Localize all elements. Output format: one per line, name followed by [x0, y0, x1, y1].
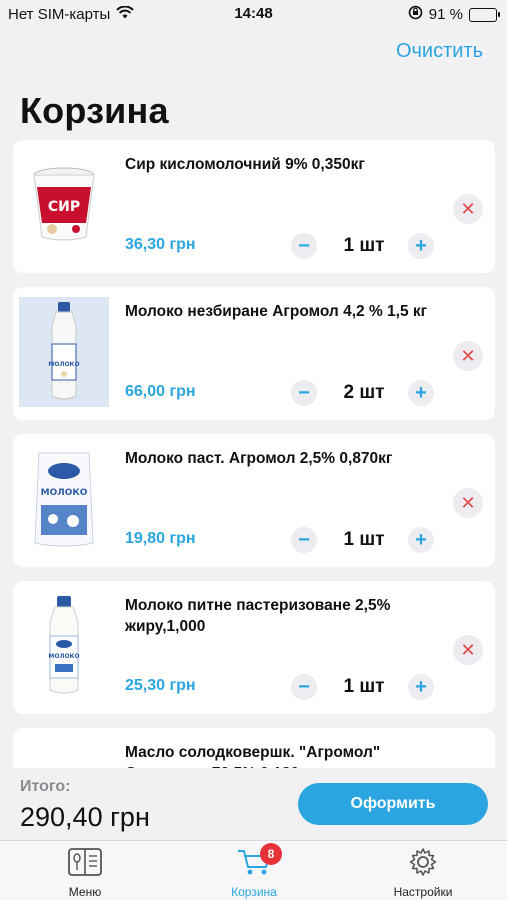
cart-item: МОЛОКО Молоко питне пастеризоване 2,5% ж… [13, 581, 495, 714]
decrease-quantity-button[interactable]: − [291, 233, 317, 259]
increase-quantity-button[interactable]: + [408, 674, 434, 700]
item-quantity: 2 шт [343, 382, 385, 403]
close-icon: ✕ [460, 639, 476, 660]
status-right: 91 % [408, 5, 500, 24]
cart-item: МОЛОКО Молоко незбиране Агромол 4,2 % 1,… [13, 287, 495, 420]
cart-count-badge: 8 [260, 843, 282, 865]
minus-icon: − [298, 528, 310, 551]
plus-icon: + [415, 675, 427, 698]
status-bar: Нет SIM-карты 14:48 91 % [0, 0, 507, 30]
minus-icon: − [298, 381, 310, 404]
tab-menu-label: Меню [68, 885, 102, 899]
svg-text:СИР: СИР [48, 199, 80, 215]
svg-text:МОЛОКО: МОЛОКО [41, 488, 88, 498]
tab-bar: Меню 8 Корзина Настройки [0, 840, 507, 900]
cart-item: МОЛОКО Молоко паст. Агромол 2,5% 0,870кг… [13, 434, 495, 567]
close-icon: ✕ [460, 198, 476, 219]
remove-item-button[interactable]: ✕ [453, 635, 483, 665]
minus-icon: − [298, 675, 310, 698]
item-name: Масло солодковершк. "Агромол" Селянське … [125, 744, 381, 768]
tab-cart[interactable]: 8 Корзина [204, 843, 304, 899]
increase-quantity-button[interactable]: + [408, 380, 434, 406]
close-icon: ✕ [460, 345, 476, 366]
gear-icon [407, 847, 439, 882]
item-price: 66,00 грн [125, 383, 196, 400]
remove-item-button[interactable]: ✕ [453, 341, 483, 371]
cottage-cheese-cup-icon: СИР [19, 150, 109, 260]
decrease-quantity-button[interactable]: − [291, 674, 317, 700]
cart-item: Масло солодковершк. "Агромол" Селянське … [13, 728, 495, 768]
cart-item: СИР Сир кисломолочний 9% 0,350кг 36,30 г… [13, 140, 495, 273]
menu-book-icon [67, 847, 103, 882]
item-name: Молоко паст. Агромол 2,5% 0,870кг [125, 450, 393, 467]
cart-list[interactable]: СИР Сир кисломолочний 9% 0,350кг 36,30 г… [13, 140, 495, 768]
checkout-button[interactable]: Оформить [298, 783, 488, 825]
item-price: 36,30 грн [125, 236, 196, 253]
remove-item-button[interactable]: ✕ [453, 488, 483, 518]
svg-text:МОЛОКО: МОЛОКО [48, 653, 79, 660]
milk-bag-icon: МОЛОКО [19, 444, 109, 554]
page-title: Корзина [20, 90, 169, 131]
item-name: Молоко питне пастеризоване 2,5% жиру,1,0… [125, 597, 391, 635]
tab-settings[interactable]: Настройки [373, 847, 473, 899]
plus-icon: + [415, 528, 427, 551]
item-quantity: 1 шт [343, 235, 385, 256]
tab-cart-label: Корзина [231, 885, 277, 899]
plus-icon: + [415, 381, 427, 404]
rotation-lock-icon [408, 5, 423, 24]
total-value: 290,40 грн [20, 802, 150, 832]
battery-percent: 91 % [428, 6, 463, 23]
tab-settings-label: Настройки [393, 885, 453, 899]
battery-icon [469, 7, 500, 22]
plus-icon: + [415, 234, 427, 257]
item-name: Молоко незбиране Агромол 4,2 % 1,5 кг [125, 303, 428, 320]
milk-bottle-icon: МОЛОКО [19, 297, 109, 407]
order-summary: Итого: 290,40 грн Оформить [0, 768, 507, 840]
remove-item-button[interactable]: ✕ [453, 194, 483, 224]
item-quantity: 1 шт [343, 529, 385, 550]
butter-icon [19, 738, 109, 768]
decrease-quantity-button[interactable]: − [291, 527, 317, 553]
total-label: Итого: [20, 778, 71, 795]
tab-menu[interactable]: Меню [35, 847, 135, 899]
milk-bottle-icon: МОЛОКО [19, 591, 109, 701]
increase-quantity-button[interactable]: + [408, 233, 434, 259]
item-price: 19,80 грн [125, 530, 196, 547]
clear-cart-button[interactable]: Очистить [396, 40, 483, 63]
close-icon: ✕ [460, 492, 476, 513]
item-name: Сир кисломолочний 9% 0,350кг [125, 156, 365, 173]
svg-text:МОЛОКО: МОЛОКО [48, 361, 79, 368]
item-price: 25,30 грн [125, 677, 196, 694]
decrease-quantity-button[interactable]: − [291, 380, 317, 406]
item-quantity: 1 шт [343, 676, 385, 697]
minus-icon: − [298, 234, 310, 257]
increase-quantity-button[interactable]: + [408, 527, 434, 553]
